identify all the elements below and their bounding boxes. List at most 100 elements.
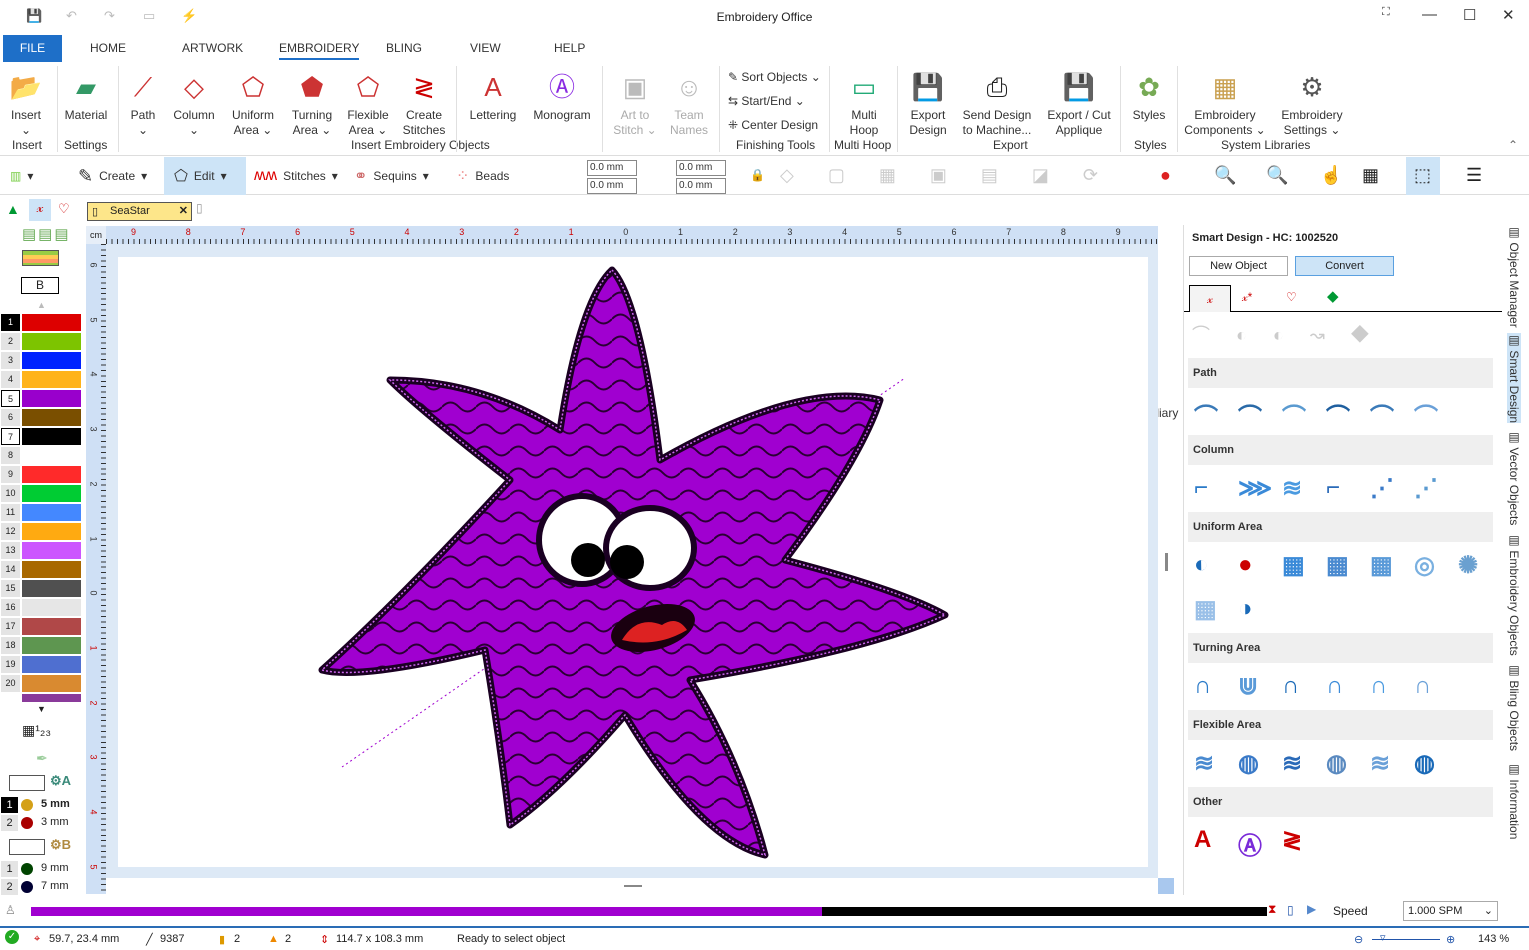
zoom-grid-icon[interactable]: ▦ <box>1362 165 1379 186</box>
color-swatch-10[interactable]: 10 <box>1 485 81 502</box>
pos-y-field[interactable]: 0.0 mm <box>587 178 637 194</box>
close-button[interactable]: ✕ <box>1502 6 1515 24</box>
tab-smart-plus[interactable]: 𝓍* <box>1242 290 1252 305</box>
tab-home[interactable]: HOME <box>90 41 126 55</box>
ribbon-button-flexible-area[interactable]: ⬠ Flexible Area ⌄ <box>346 66 390 138</box>
stop-marker-icon[interactable]: ⧗ <box>1268 902 1276 917</box>
column-style-icon[interactable]: ≋ <box>1282 474 1302 503</box>
shapes-icon[interactable]: ▲ <box>6 201 20 217</box>
turning-area-style-icon[interactable]: ∩ <box>1194 672 1211 700</box>
sequin-a-2[interactable]: 23 mm <box>1 815 80 831</box>
column-style-icon[interactable]: ⌐ <box>1194 474 1208 502</box>
color-swatch-12[interactable]: 12 <box>1 523 81 540</box>
new-document-icon[interactable]: ▯ <box>196 201 203 215</box>
zoom-in-icon[interactable]: ⊕ <box>1446 933 1455 946</box>
restore-screen-icon[interactable]: ⛶ <box>1382 6 1390 19</box>
step-icon[interactable]: ▯ <box>1287 903 1294 917</box>
column-style-icon[interactable]: ⋰ <box>1414 474 1438 503</box>
color-swatch-3[interactable]: 3 <box>1 352 81 369</box>
tab-shapes[interactable]: ◆ <box>1327 287 1339 305</box>
side-tab-object-manager[interactable]: ▤ Object Manager <box>1507 225 1521 328</box>
path-style-icon[interactable]: ⌒ <box>1370 397 1394 432</box>
ribbon-button-art-to-stitch[interactable]: ▣ Art to Stitch ⌄ <box>608 66 662 138</box>
other-style-icon[interactable]: ≷ <box>1282 826 1302 855</box>
color-swatch-8[interactable]: 8 <box>1 447 81 464</box>
path-style-icon[interactable]: ⌒ <box>1282 397 1306 432</box>
turning-area-style-icon[interactable]: ⋓ <box>1238 672 1258 701</box>
side-tab-information[interactable]: ▤ Information <box>1507 762 1521 839</box>
create-button[interactable]: ✎ Create ▾ <box>78 157 147 195</box>
speed-select[interactable]: 1.000 SPM ⌄ <box>1403 901 1498 921</box>
sequins-button[interactable]: ⚭ Sequins ▾ <box>354 157 429 195</box>
flexible-area-style-icon[interactable]: ≋ <box>1370 749 1390 778</box>
color-swatch-5[interactable]: 5 <box>1 390 81 407</box>
bottom-splitter[interactable] <box>624 885 642 887</box>
side-tab-vector-objects[interactable]: ▤ Vector Objects <box>1507 430 1521 525</box>
color-swatch-7[interactable]: 7 <box>1 428 81 445</box>
path-style-icon[interactable]: ⌒ <box>1238 397 1262 432</box>
pan-hand-icon[interactable]: ☝ <box>1320 165 1342 186</box>
flexible-area-style-icon[interactable]: ≋ <box>1282 749 1302 778</box>
flexible-area-style-icon[interactable]: ◍ <box>1414 749 1435 778</box>
column-style-icon[interactable]: ⋙ <box>1238 474 1272 503</box>
side-tab-embroidery-objects[interactable]: ▤ Embroidery Objects <box>1507 533 1521 656</box>
uniform-area-style-icon[interactable]: ▦ <box>1282 551 1305 580</box>
ribbon-button-monogram[interactable]: Ⓐ Monogram <box>530 66 594 123</box>
ribbon-button-multi-hoop[interactable]: ▭ Multi Hoop <box>836 66 892 138</box>
path-style-icon[interactable]: ⌒ <box>1194 397 1218 432</box>
convert-button[interactable]: Convert <box>1295 256 1394 276</box>
ribbon-button-insert[interactable]: 📂 Insert ⌄ <box>4 66 48 138</box>
seastar-design[interactable] <box>118 257 1148 867</box>
ribbon-button-create-stitches[interactable]: ≷ Create Stitches <box>400 66 448 138</box>
edit-button[interactable]: ⬠ Edit ▾ <box>164 157 246 195</box>
sequin-chart-b-icon[interactable] <box>9 839 45 855</box>
sequin-b-2[interactable]: 27 mm <box>1 879 80 895</box>
new-object-button[interactable]: New Object <box>1189 256 1288 276</box>
palette-mode-box[interactable]: B <box>21 277 59 294</box>
turning-area-style-icon[interactable]: ∩ <box>1370 672 1387 700</box>
tab-embroidery[interactable]: EMBROIDERY <box>279 41 360 60</box>
thread-sequence-icon[interactable]: ▦¹₂₃ <box>22 722 51 739</box>
tab-bling[interactable]: BLING <box>386 41 422 55</box>
play-icon[interactable]: ▶ <box>1307 902 1316 916</box>
eyedropper-icon[interactable]: ✒ <box>36 750 48 767</box>
width-field[interactable]: 0.0 mm <box>676 160 726 176</box>
height-field[interactable]: 0.0 mm <box>676 178 726 194</box>
stitch-progress-bar[interactable] <box>31 907 1267 916</box>
ribbon-button-uniform-area[interactable]: ⬠ Uniform Area ⌄ <box>228 66 278 138</box>
ribbon-button-embroidery-settings[interactable]: ⚙ Embroidery Settings ⌄ <box>1276 66 1348 138</box>
ribbon-button-export-cut-applique[interactable]: 💾 Export / Cut Applique <box>1044 66 1114 138</box>
tab-view[interactable]: VIEW <box>470 41 501 55</box>
zoom-height-icon[interactable]: 🔍 <box>1266 165 1288 186</box>
finishing-start-end[interactable]: ⇆ Start/End ⌄ <box>728 94 805 108</box>
color-swatch-15[interactable]: 15 <box>1 580 81 597</box>
flexible-area-style-icon[interactable]: ◍ <box>1326 749 1347 778</box>
sequin-b-1[interactable]: 19 mm <box>1 861 80 877</box>
color-palette-button[interactable]: ▥ ▾ <box>10 157 33 195</box>
zoom-out-icon[interactable]: ⊖ <box>1354 933 1363 946</box>
ribbon-button-team-names[interactable]: ☺ Team Names <box>664 66 714 138</box>
uniform-area-style-icon[interactable]: ▦ <box>1194 595 1217 624</box>
turning-area-style-icon[interactable]: ∩ <box>1282 672 1299 700</box>
zoom-selection-button[interactable]: ⬚ <box>1406 157 1440 195</box>
uniform-area-style-icon[interactable]: ◐ <box>1194 551 1209 579</box>
smart-design-tool-icon[interactable]: 𝓍 <box>29 199 51 221</box>
color-swatch-6[interactable]: 6 <box>1 409 81 426</box>
sequin-chart-a-icon[interactable] <box>9 775 45 791</box>
scroll-down-arrow[interactable]: ▼ <box>37 704 46 714</box>
ribbon-button-export-design[interactable]: 💾 Export Design <box>900 66 956 138</box>
side-tab-bling-objects[interactable]: ▤ Bling Objects <box>1507 663 1521 751</box>
uniform-area-style-icon[interactable]: ✺ <box>1458 551 1478 580</box>
beads-button[interactable]: ⁘ Beads <box>456 157 509 195</box>
zoom-to-point-icon[interactable]: ● <box>1160 165 1171 186</box>
finishing-sort-objects[interactable]: ✎ Sort Objects ⌄ <box>728 70 821 84</box>
color-swatch-16[interactable]: 16 <box>1 599 81 616</box>
zoom-slider-thumb[interactable]: ▿ <box>1380 931 1386 944</box>
flexible-area-style-icon[interactable]: ◍ <box>1238 749 1259 778</box>
ribbon-button-path[interactable]: ⟋ Path ⌄ <box>124 66 162 138</box>
pos-x-field[interactable]: 0.0 mm <box>587 160 637 176</box>
panel-splitter[interactable] <box>1165 553 1168 571</box>
zoom-icon[interactable]: 🔍 <box>1214 165 1236 186</box>
column-style-icon[interactable]: ⋰ <box>1370 474 1394 503</box>
ribbon-button-styles[interactable]: ✿ Styles <box>1126 66 1172 123</box>
